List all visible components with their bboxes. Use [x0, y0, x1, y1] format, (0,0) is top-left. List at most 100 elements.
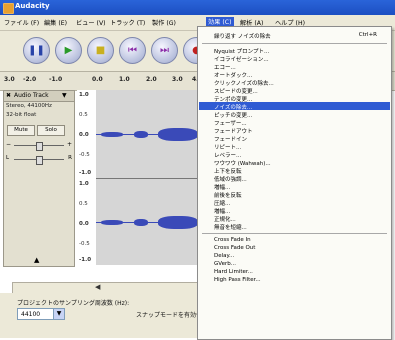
menu-item[interactable]: オートダック...: [214, 71, 252, 79]
play-button[interactable]: ▶: [55, 37, 82, 64]
project-rate-value: 44100: [21, 311, 41, 318]
menu-separator: [202, 43, 387, 44]
track-name[interactable]: Audio Track: [14, 92, 49, 99]
stop-icon: ■: [95, 45, 106, 56]
menu-item[interactable]: 上下を反転: [214, 167, 242, 175]
gain-plus-icon: +: [66, 141, 72, 148]
menu-item[interactable]: ワウワウ (Wahwah)...: [214, 159, 271, 167]
skip-to-start-icon: ⏮: [128, 45, 137, 56]
scale-label: 1.0: [79, 181, 89, 187]
scale-label: -0.5: [79, 241, 90, 247]
waveform-segment: [158, 216, 198, 229]
menu-item[interactable]: イコライゼーション...: [214, 55, 269, 63]
scale-label: 0.0: [79, 221, 89, 227]
stop-button[interactable]: ■: [87, 37, 114, 64]
skip-to-end-button[interactable]: ⏭: [151, 37, 178, 64]
menu-item[interactable]: フェーザー...: [214, 119, 247, 127]
pan-slider[interactable]: L R: [6, 155, 72, 165]
close-track-icon[interactable]: ✖: [6, 92, 11, 99]
waveform-channel-left[interactable]: [96, 90, 206, 178]
skip-to-start-button[interactable]: ⏮: [119, 37, 146, 64]
gain-slider[interactable]: − +: [6, 141, 72, 151]
track-bit-depth: 32-bit float: [6, 112, 37, 118]
menu-item[interactable]: 増幅...: [214, 183, 230, 191]
selection-toolbar: プロジェクトのサンプリング周波数 (Hz): 44100 ▼ スナップモードを有…: [0, 293, 210, 338]
gain-slider-knob[interactable]: [36, 142, 43, 151]
waveform-segment: [101, 132, 123, 137]
menu-item[interactable]: レベラー...: [214, 151, 241, 159]
menu-edit[interactable]: 編集 (E): [44, 18, 67, 27]
pan-left-label: L: [6, 155, 10, 161]
gain-minus-icon: −: [6, 141, 12, 148]
ruler-tick: -2.0: [23, 76, 37, 83]
title-bar: Audacity: [0, 0, 395, 15]
mute-button[interactable]: Mute: [7, 125, 35, 136]
pause-button[interactable]: ❚❚: [23, 37, 50, 64]
menu-item-plugin[interactable]: Hard Limiter...: [214, 269, 253, 275]
pan-slider-knob[interactable]: [36, 156, 43, 165]
app-icon: [3, 3, 14, 14]
repeat-shortcut: Ctrl+R: [358, 32, 377, 38]
menu-generate[interactable]: 製作 (G): [152, 18, 176, 27]
ruler-tick: 3.0: [172, 76, 183, 83]
scroll-left-arrow-icon[interactable]: ◀: [95, 283, 100, 291]
play-icon: ▶: [64, 45, 73, 56]
menu-item-noise-removal[interactable]: ノイズの除去...: [214, 103, 252, 111]
track-header[interactable]: ✖ Audio Track ▼: [4, 91, 74, 102]
scale-label: 0.5: [79, 201, 88, 207]
menu-item[interactable]: リピート...: [214, 143, 241, 151]
waveform-channel-right[interactable]: [96, 179, 206, 265]
menu-item[interactable]: Nyquist プロンプト...: [214, 47, 269, 55]
window-title: Audacity: [15, 2, 50, 10]
menu-item[interactable]: 低域の強調...: [214, 175, 247, 183]
track-format: Stereo, 44100Hz: [6, 103, 52, 109]
menu-track[interactable]: トラック (T): [110, 18, 145, 27]
track-control-panel: ✖ Audio Track ▼ Stereo, 44100Hz 32-bit f…: [3, 90, 75, 267]
menu-item[interactable]: 正規化...: [214, 215, 236, 223]
waveform-segment: [134, 219, 148, 226]
ruler-tick: 2.0: [146, 76, 157, 83]
waveform-segment: [134, 131, 148, 138]
chevron-down-icon[interactable]: ▼: [53, 309, 64, 319]
menu-item[interactable]: スピードの変更...: [214, 87, 258, 95]
pause-icon: ❚❚: [28, 45, 45, 56]
menu-item[interactable]: 圧縮...: [214, 199, 230, 207]
menu-item-plugin[interactable]: High Pass Filter...: [214, 277, 261, 283]
menu-item[interactable]: 前後を反転: [214, 191, 242, 199]
menu-item-plugin[interactable]: Cross Fade In: [214, 237, 251, 243]
menu-item[interactable]: 増幅...: [214, 207, 230, 215]
menu-item-plugin[interactable]: Cross Fade Out: [214, 245, 255, 251]
menu-view[interactable]: ビュー (V): [76, 18, 106, 27]
pan-right-label: R: [68, 155, 72, 161]
menu-item-plugin[interactable]: GVerb...: [214, 261, 236, 267]
menu-item[interactable]: ピッチの変更...: [214, 111, 252, 119]
snap-to-label: スナップモードを有効化: [136, 312, 203, 319]
menu-separator: [202, 233, 387, 234]
waveform-segment: [158, 128, 198, 141]
menu-item-plugin[interactable]: Delay...: [214, 253, 234, 259]
menu-item-repeat-last-effect[interactable]: 繰り返す ノイズの除去: [214, 32, 271, 40]
waveform-segment: [101, 220, 123, 225]
menu-item[interactable]: 無音を短縮...: [214, 223, 247, 231]
effect-menu-dropdown: 繰り返す ノイズの除去 Ctrl+R Nyquist プロンプト... イコライ…: [197, 26, 392, 340]
skip-to-end-icon: ⏭: [160, 45, 169, 56]
ruler-tick: -1.0: [49, 76, 63, 83]
amplitude-scale-top: 1.0 0.5 0.0 -0.5 -1.0: [77, 90, 97, 178]
ruler-tick: 1.0: [119, 76, 130, 83]
track-menu-arrow-icon[interactable]: ▼: [62, 92, 67, 99]
project-rate-label: プロジェクトのサンプリング周波数 (Hz):: [17, 300, 130, 307]
menu-item[interactable]: クリックノイズの除去...: [214, 79, 274, 87]
amplitude-scale-bottom: 1.0 0.5 0.0 -0.5 -1.0: [77, 179, 97, 265]
scale-label: -1.0: [79, 170, 92, 176]
scale-label: -0.5: [79, 152, 90, 158]
project-rate-select[interactable]: 44100 ▼: [17, 308, 65, 320]
solo-button[interactable]: Solo: [37, 125, 65, 136]
menu-file[interactable]: ファイル (F): [4, 18, 39, 27]
scale-label: 0.5: [79, 112, 88, 118]
scale-label: 1.0: [79, 92, 89, 98]
menu-item[interactable]: フェードイン: [214, 135, 247, 143]
menu-item[interactable]: フェードアウト: [214, 127, 253, 135]
scale-label: 0.0: [79, 132, 89, 138]
menu-item[interactable]: エコー...: [214, 63, 236, 71]
collapse-track-icon[interactable]: ▲: [34, 256, 39, 264]
